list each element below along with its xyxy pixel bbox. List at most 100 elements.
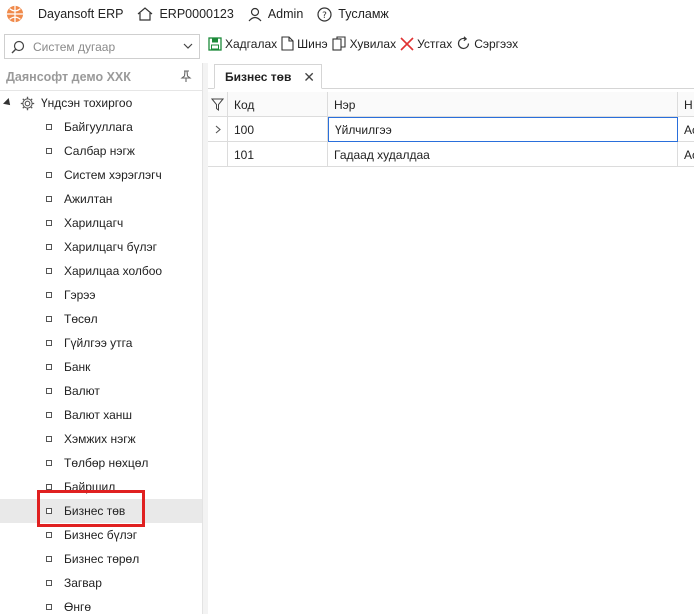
sidebar-item-label: Хэмжих нэгж (64, 432, 136, 446)
sidebar-item[interactable]: Төлбөр нөхцөл (0, 451, 202, 475)
bullet-icon (46, 148, 52, 154)
bullet-icon (46, 220, 52, 226)
sidebar-item[interactable]: Хэмжих нэгж (0, 427, 202, 451)
doc-code-label: ERP0000123 (159, 7, 234, 21)
new-document-icon (281, 36, 294, 51)
sidebar-item[interactable]: Банк (0, 355, 202, 379)
sidebar-item[interactable]: Өнгө (0, 595, 202, 614)
cell-name[interactable]: Гадаад худалдаа (328, 142, 678, 167)
refresh-label: Сэргээх (474, 36, 519, 51)
filter-icon-cell[interactable] (208, 92, 228, 117)
system-number-combo[interactable] (4, 34, 200, 59)
copy-label: Хувилах (349, 36, 397, 51)
column-header-code[interactable]: Код (228, 92, 328, 117)
sidebar-item[interactable]: Бизнес төв (0, 499, 202, 523)
cell-code[interactable]: 101 (228, 142, 328, 167)
bullet-icon (46, 172, 52, 178)
bullet-icon (46, 436, 52, 442)
cell-extra[interactable]: Ас (678, 117, 694, 142)
sidebar-item[interactable]: Гүйлгээ утга (0, 331, 202, 355)
save-label: Хадгалах (225, 36, 278, 51)
sidebar-item[interactable]: Бизнес төрөл (0, 547, 202, 571)
refresh-button[interactable]: Сэргээх (456, 36, 518, 51)
sidebar-item[interactable]: Ажилтан (0, 187, 202, 211)
bullet-icon (46, 532, 52, 538)
bullet-icon (46, 124, 52, 130)
toolbar: Хадгалах Шинэ Хувилах Устгах Сэргээх (0, 33, 694, 61)
table-row[interactable]: 101 Гадаад худалдаа Ас (208, 142, 694, 167)
sidebar-item[interactable]: Гэрээ (0, 283, 202, 307)
table-row[interactable]: 100 Үйлчилгээ Ас (208, 117, 694, 142)
column-header-name[interactable]: Нэр (328, 92, 678, 117)
user-menu[interactable]: Admin (248, 7, 303, 22)
bullet-icon (46, 604, 52, 610)
home-doc[interactable]: ERP0000123 (137, 7, 234, 21)
tree-root-main-settings[interactable]: Үндсэн тохиргоо (0, 91, 202, 115)
search-input[interactable] (33, 39, 173, 54)
sidebar-item[interactable]: Байршил (0, 475, 202, 499)
sidebar-item-label: Банк (64, 360, 91, 374)
close-icon[interactable]: ✕ (303, 69, 315, 86)
sidebar-item-label: Харилцагч бүлэг (64, 240, 157, 254)
sidebar-item-label: Систем хэрэглэгч (64, 168, 162, 182)
sidebar-item-label: Бизнес төв (64, 504, 126, 518)
sidebar-item-label: Загвар (64, 576, 102, 590)
sidebar-item-label: Бизнес бүлэг (64, 528, 138, 542)
bullet-icon (46, 292, 52, 298)
bullet-icon (46, 244, 52, 250)
refresh-icon (458, 36, 470, 50)
help-link[interactable]: ? Тусламж (317, 6, 389, 22)
delete-label: Устгах (417, 36, 453, 51)
delete-icon (400, 36, 414, 51)
bullet-icon (46, 268, 52, 274)
sidebar-item[interactable]: Салбар нэгж (0, 139, 202, 163)
home-icon (138, 7, 153, 21)
pin-icon[interactable] (180, 70, 192, 83)
bullet-icon (46, 388, 52, 394)
bullet-icon (46, 364, 52, 370)
filter-icon (211, 98, 224, 111)
sidebar-item-label: Төлбөр нөхцөл (64, 456, 149, 470)
bullet-icon (46, 508, 52, 514)
sidebar-item[interactable]: Бизнес бүлэг (0, 523, 202, 547)
chevron-down-icon[interactable] (183, 42, 193, 50)
sidebar-item[interactable]: Харилцагч бүлэг (0, 235, 202, 259)
sidebar-item-label: Валют ханш (64, 408, 133, 422)
sidebar-item-label: Харилцагч (64, 216, 124, 230)
expand-arrow-icon[interactable] (3, 98, 13, 108)
sidebar-item[interactable]: Загвар (0, 571, 202, 595)
app-name[interactable]: Dayansoft ERP (38, 7, 123, 21)
tab-label: Бизнес төв (225, 69, 292, 84)
delete-button[interactable]: Устгах (400, 37, 452, 51)
sidebar-item-label: Гэрээ (64, 288, 96, 302)
row-indicator-cell (208, 142, 228, 167)
top-bar: Dayansoft ERP ERP0000123 Admin ? Тусламж (0, 0, 694, 28)
sidebar-item[interactable]: Валют ханш (0, 403, 202, 427)
cell-code[interactable]: 100 (228, 117, 328, 142)
sidebar-item[interactable]: Харилцаа холбоо (0, 259, 202, 283)
sidebar-item-label: Салбар нэгж (64, 144, 135, 158)
new-button[interactable]: Шинэ (281, 36, 328, 51)
help-icon: ? (317, 6, 332, 22)
sidebar-item[interactable]: Харилцагч (0, 211, 202, 235)
data-grid: Код Нэр Н 100 Үйлчилгээ Ас 101 Гадаад ху… (208, 92, 694, 167)
user-icon (248, 7, 262, 21)
column-header-extra[interactable]: Н (678, 92, 694, 117)
bullet-icon (46, 580, 52, 586)
navigation-sidebar: Даянсофт демо ХХК Үндсэн тохиргоо Байгуу… (0, 63, 202, 614)
bullet-icon (46, 340, 52, 346)
sidebar-item[interactable]: Систем хэрэглэгч (0, 163, 202, 187)
sidebar-item[interactable]: Төсөл (0, 307, 202, 331)
bullet-icon (46, 484, 52, 490)
sidebar-item[interactable]: Байгууллага (0, 115, 202, 139)
cell-extra[interactable]: Ас (678, 142, 694, 167)
cell-name-editor[interactable]: Үйлчилгээ (328, 117, 678, 142)
sidebar-item[interactable]: Валют (0, 379, 202, 403)
tab-business-center[interactable]: Бизнес төв ✕ (214, 64, 322, 89)
bullet-icon (46, 196, 52, 202)
copy-button[interactable]: Хувилах (332, 36, 397, 51)
bullet-icon (46, 460, 52, 466)
new-label: Шинэ (297, 36, 328, 51)
save-button[interactable]: Хадгалах (208, 37, 277, 51)
tree-items: Байгууллага Салбар нэгж Систем хэрэглэгч Аж… (0, 115, 202, 614)
